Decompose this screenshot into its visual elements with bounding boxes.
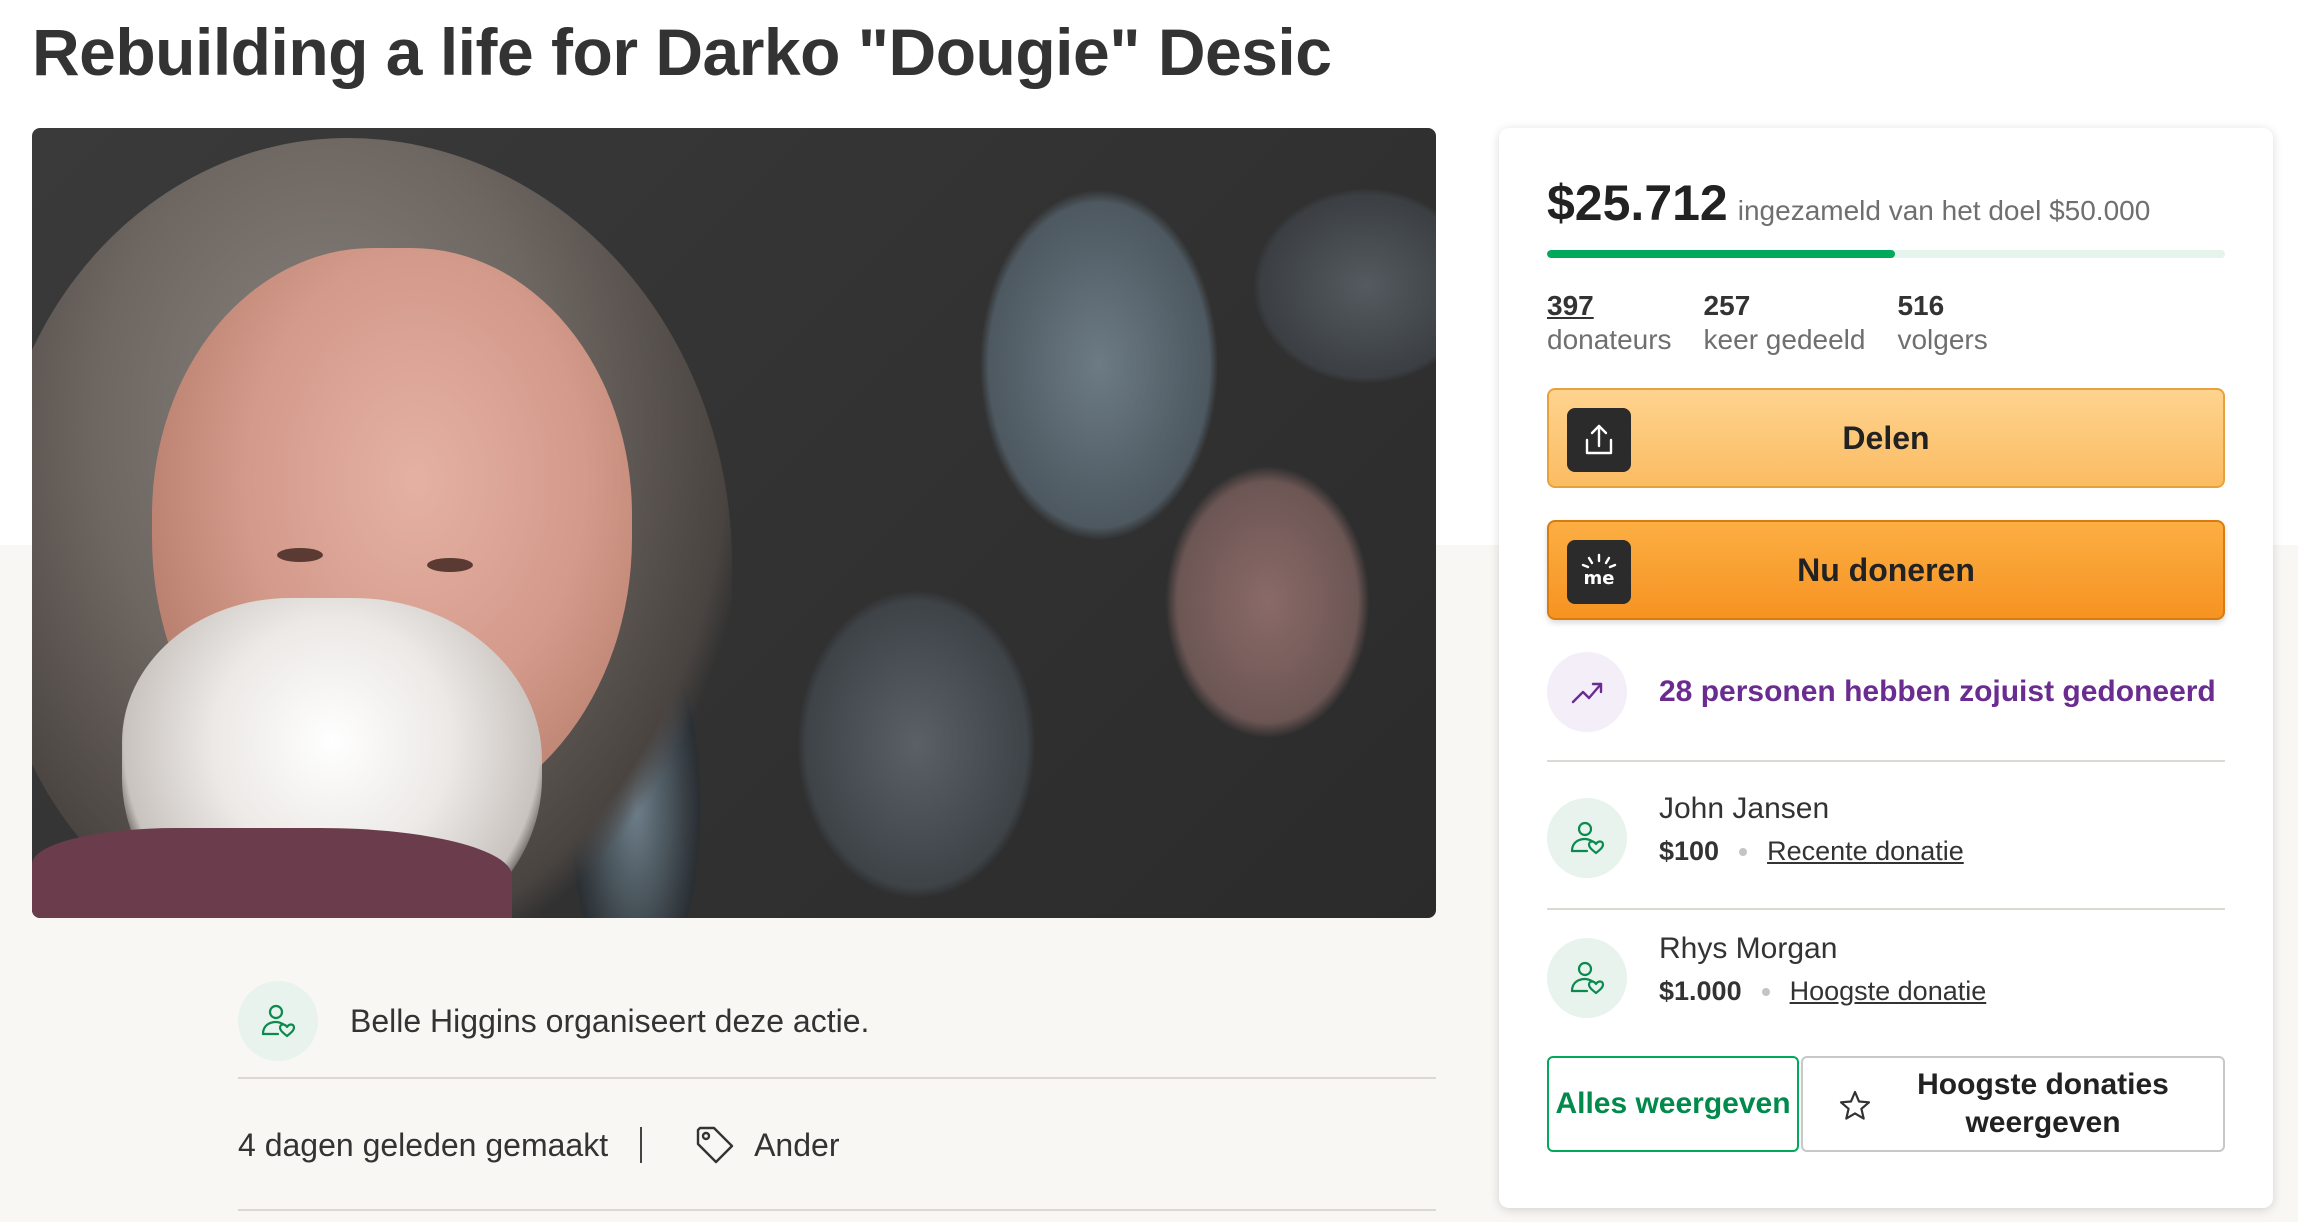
- campaign-hero-image: [32, 128, 1436, 918]
- star-icon: [1839, 1090, 1871, 1120]
- goal-text: ingezameld van het doel $50.000: [1737, 195, 2151, 226]
- recent-donations-row: 28 personen hebben zojuist gedoneerd: [1547, 652, 2216, 732]
- recent-donations-text: 28 personen hebben zojuist gedoneerd: [1659, 675, 2216, 708]
- shares-count: 257: [1703, 290, 1751, 321]
- donors-count[interactable]: 397: [1547, 290, 1672, 322]
- donor-tag-link[interactable]: Hoogste donatie: [1790, 976, 1987, 1007]
- share-button[interactable]: Delen: [1547, 388, 2225, 488]
- organizer-row: Belle Higgins organiseert deze actie.: [238, 965, 1436, 1079]
- user-heart-icon: [1547, 938, 1627, 1018]
- donate-button[interactable]: me Nu doneren: [1547, 520, 2225, 620]
- show-top-label: Hoogste donaties weergeven: [1917, 1068, 2169, 1139]
- followers-count: 516: [1897, 290, 1945, 321]
- stat-donors[interactable]: 397 donateurs: [1547, 290, 1672, 356]
- divider: [1547, 908, 2225, 910]
- category-label: Ander: [754, 1126, 840, 1163]
- donors-label: donateurs: [1547, 324, 1672, 355]
- stats-row: 397 donateurs 257 keer gedeeld 516 volge…: [1547, 290, 1988, 356]
- divider: [1547, 760, 2225, 762]
- progress-bar: [1547, 250, 2225, 258]
- user-heart-icon: [1547, 798, 1627, 878]
- created-date: 4 dagen geleden gemaakt: [238, 1127, 643, 1163]
- campaign-meta: 4 dagen geleden gemaakt Ander: [238, 1081, 1436, 1211]
- trending-up-icon: [1547, 652, 1627, 732]
- show-all-button[interactable]: Alles weergeven: [1547, 1056, 1799, 1152]
- raised-amount: $25.712: [1547, 175, 1728, 231]
- share-label: Delen: [1842, 419, 1930, 456]
- stat-shares: 257 keer gedeeld: [1704, 290, 1866, 356]
- donate-label: Nu doneren: [1797, 551, 1975, 588]
- donor-item: Rhys Morgan $1.000 Hoogste donatie: [1547, 932, 1986, 1018]
- donation-card: $25.712 ingezameld van het doel $50.000 …: [1499, 128, 2273, 1208]
- category-link[interactable]: Ander: [694, 1124, 839, 1166]
- donor-amount: $100: [1659, 836, 1720, 866]
- stat-followers: 516 volgers: [1897, 290, 1987, 356]
- followers-label: volgers: [1897, 324, 1988, 355]
- tag-icon: [696, 1126, 734, 1164]
- svg-text:me: me: [1584, 568, 1615, 589]
- gofundme-logo-icon: me: [1567, 540, 1631, 604]
- donor-name: John Jansen: [1659, 792, 1830, 825]
- donor-amount: $1.000: [1659, 976, 1742, 1006]
- organizer-text: Belle Higgins organiseert deze actie.: [350, 1002, 870, 1039]
- share-icon: [1567, 408, 1631, 472]
- donor-item: John Jansen $100 Recente donatie: [1547, 792, 1964, 878]
- shares-label: keer gedeeld: [1703, 324, 1866, 355]
- amount-row: $25.712 ingezameld van het doel $50.000: [1547, 174, 2150, 232]
- page-title: Rebuilding a life for Darko "Dougie" Des…: [32, 15, 1332, 89]
- progress-fill: [1547, 250, 1896, 258]
- donor-tag-link[interactable]: Recente donatie: [1767, 836, 1964, 867]
- donor-name: Rhys Morgan: [1659, 932, 1838, 965]
- user-heart-icon: [238, 981, 318, 1061]
- show-top-donations-button[interactable]: Hoogste donaties weergeven: [1801, 1056, 2225, 1152]
